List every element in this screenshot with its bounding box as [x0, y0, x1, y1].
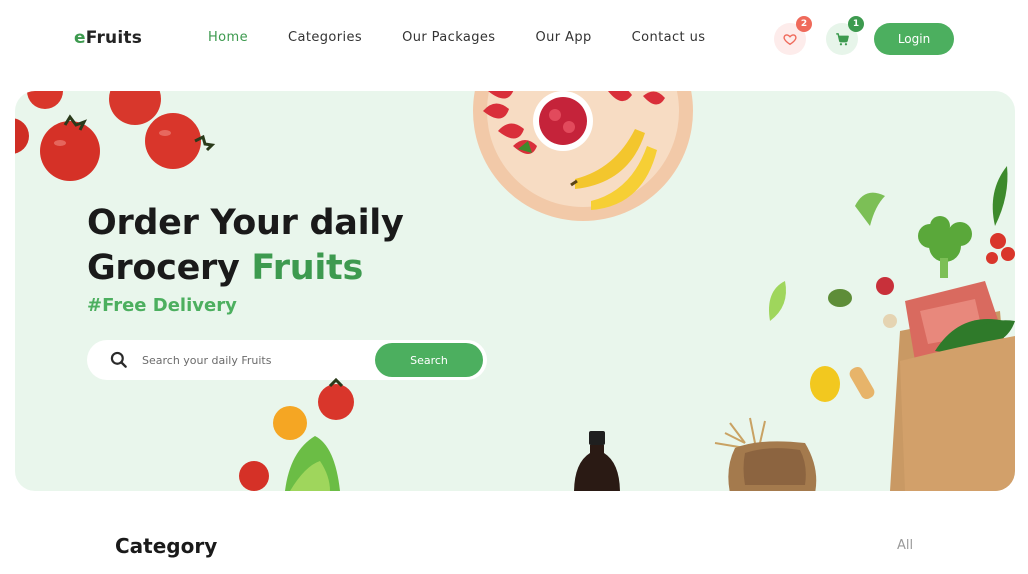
- hero-headline-line2: Grocery: [87, 248, 240, 288]
- hero-headline: Order Your daily Grocery Fruits: [87, 201, 404, 291]
- oil-bottle-image: [574, 431, 620, 491]
- main-menu: Home Categories Our Packages Our App Con…: [208, 30, 745, 45]
- nav-home[interactable]: Home: [208, 30, 248, 45]
- nav-categories[interactable]: Categories: [288, 30, 362, 45]
- nav-our-app[interactable]: Our App: [536, 30, 592, 45]
- grocery-bag-image: [769, 166, 1015, 491]
- nav-contact-us[interactable]: Contact us: [632, 30, 706, 45]
- search-icon: [110, 351, 127, 368]
- wishlist-count-badge: 2: [796, 16, 812, 32]
- hero-headline-line1: Order Your daily: [87, 203, 404, 243]
- hero-tagline: #Free Delivery: [87, 295, 237, 316]
- cart-count-badge: 1: [848, 16, 864, 32]
- login-button[interactable]: Login: [874, 23, 954, 55]
- brand-logo[interactable]: eFruits: [74, 28, 142, 48]
- tomato-lettuce-image: [239, 377, 354, 491]
- category-all-link[interactable]: All: [897, 538, 913, 553]
- hero-banner: Order Your daily Grocery Fruits #Free De…: [15, 91, 1015, 491]
- brand-logo-prefix: e: [74, 28, 86, 48]
- hero-search-bar: Search: [87, 340, 487, 380]
- cart-button[interactable]: 1: [826, 16, 864, 55]
- brand-logo-name: Fruits: [85, 28, 143, 48]
- category-heading: Category: [115, 534, 218, 558]
- hero-headline-highlight: Fruits: [251, 248, 363, 288]
- fruit-plate-image: [473, 91, 693, 221]
- search-input[interactable]: [142, 348, 362, 372]
- search-button[interactable]: Search: [375, 343, 483, 377]
- top-navbar: eFruits Home Categories Our Packages Our…: [0, 0, 1028, 80]
- cart-icon: [835, 32, 849, 45]
- tomato-cluster-image: [15, 91, 216, 181]
- wishlist-button[interactable]: 2: [774, 16, 812, 55]
- nav-our-packages[interactable]: Our Packages: [402, 30, 495, 45]
- heart-icon: [783, 34, 797, 46]
